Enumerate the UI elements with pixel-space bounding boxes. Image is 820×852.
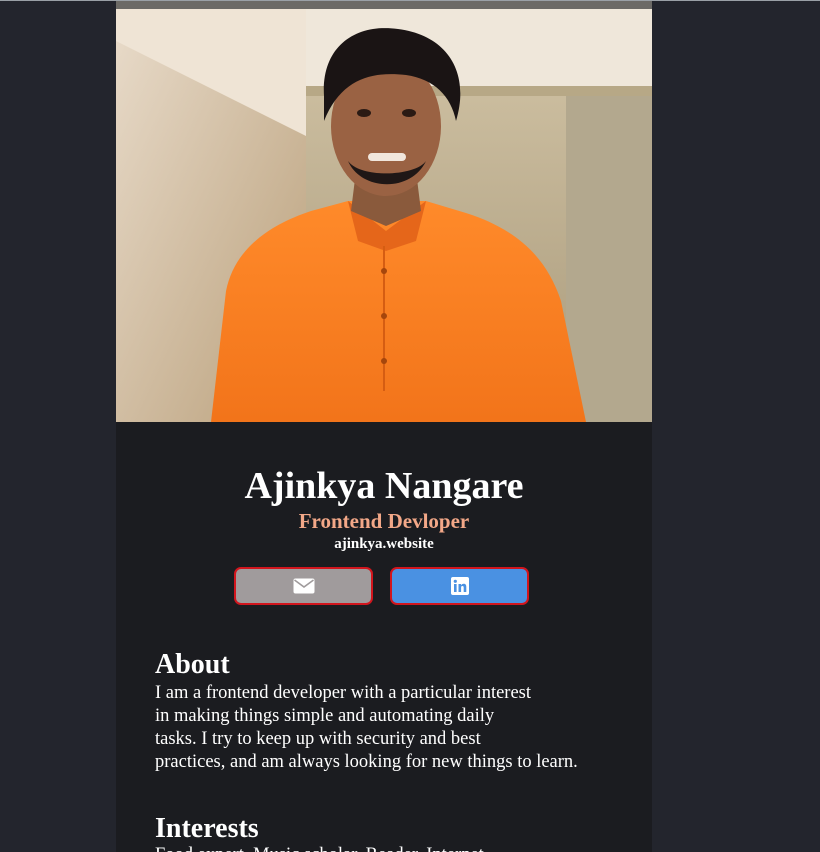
linkedin-button[interactable] <box>390 567 529 605</box>
linkedin-icon <box>450 577 469 595</box>
about-text: I am a frontend developer with a particu… <box>155 682 625 774</box>
about-title: About <box>155 649 230 680</box>
interests-text: Food expert. Music scholar. Reader. Inte… <box>155 844 625 852</box>
about-line: in making things simple and automating d… <box>155 706 495 726</box>
profile-name: Ajinkya Nangare <box>244 465 524 507</box>
about-line: tasks. I try to keep up with security an… <box>155 729 481 749</box>
person-photo-illustration <box>116 1 652 422</box>
email-button[interactable] <box>234 567 373 605</box>
profile-photo <box>116 1 652 422</box>
profile-website: ajinkya.website <box>334 536 434 552</box>
interests-title: Interests <box>155 813 259 844</box>
about-line: I am a frontend developer with a particu… <box>155 683 532 703</box>
envelope-icon <box>293 578 314 594</box>
profile-card: Ajinkya Nangare Frontend Devloper ajinky… <box>116 1 652 852</box>
profile-role: Frontend Devloper <box>298 509 470 533</box>
about-line: practices, and am always looking for new… <box>155 752 578 772</box>
